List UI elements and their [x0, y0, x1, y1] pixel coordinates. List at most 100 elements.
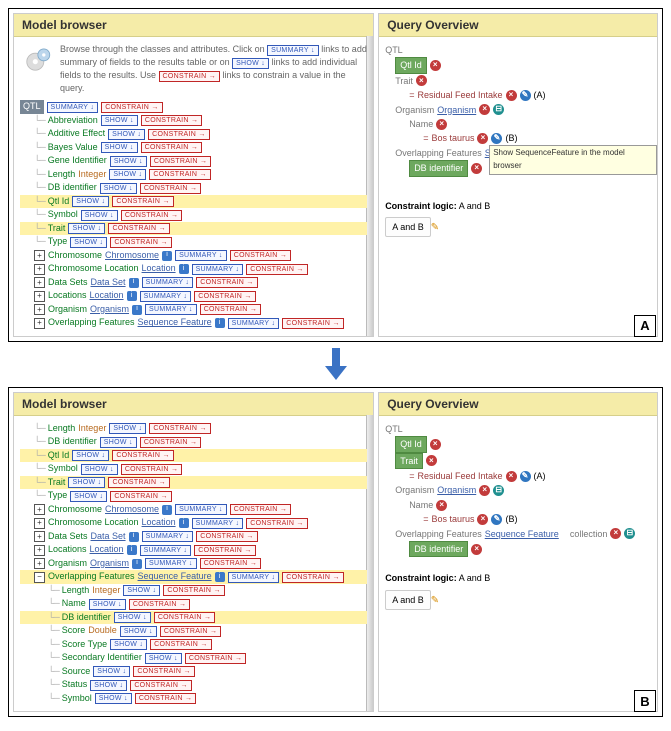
constraint-input[interactable]: A and B — [385, 590, 431, 610]
edit-icon[interactable]: ✎ — [520, 471, 531, 482]
show-pill[interactable]: SHOW ↓ — [95, 693, 132, 704]
remove-icon[interactable]: × — [479, 104, 490, 115]
constrain-pill[interactable]: CONSTRAIN → — [141, 142, 202, 153]
constrain-pill[interactable]: CONSTRAIN → — [121, 210, 182, 221]
remove-icon[interactable]: × — [416, 75, 427, 86]
show-pill[interactable]: SHOW ↓ — [70, 491, 107, 502]
constrain-pill[interactable]: CONSTRAIN → — [230, 504, 291, 515]
show-pill[interactable]: SHOW ↓ — [100, 183, 137, 194]
collapse-icon[interactable]: − — [34, 572, 45, 583]
constrain-pill[interactable]: CONSTRAIN → — [108, 223, 169, 234]
constrain-pill[interactable]: CONSTRAIN → — [282, 318, 343, 329]
show-pill[interactable]: SHOW ↓ — [108, 129, 145, 140]
constrain-pill[interactable]: CONSTRAIN → — [110, 491, 171, 502]
pencil-icon[interactable]: ✎ — [431, 222, 439, 233]
remove-icon[interactable]: × — [477, 133, 488, 144]
summary-pill[interactable]: SUMMARY ↓ — [142, 277, 194, 288]
remove-icon[interactable]: × — [436, 500, 447, 511]
constrain-pill[interactable]: CONSTRAIN → — [148, 129, 209, 140]
remove-icon[interactable]: × — [426, 455, 437, 466]
summary-pill[interactable]: SUMMARY ↓ — [192, 264, 244, 275]
show-pill[interactable]: SHOW ↓ — [100, 437, 137, 448]
info-icon[interactable]: i — [129, 278, 139, 288]
info-icon[interactable]: i — [129, 532, 139, 542]
expand-icon[interactable]: + — [34, 291, 45, 302]
show-pill[interactable]: SHOW ↓ — [93, 666, 130, 677]
pencil-icon[interactable]: ✎ — [431, 595, 439, 606]
show-pill[interactable]: SHOW ↓ — [145, 653, 182, 664]
summary-pill[interactable]: SUMMARY ↓ — [175, 504, 227, 515]
show-pill[interactable]: SHOW ↓ — [70, 237, 107, 248]
remove-icon[interactable]: × — [430, 439, 441, 450]
constrain-pill[interactable]: CONSTRAIN → — [140, 437, 201, 448]
edit-icon[interactable]: ✎ — [491, 514, 502, 525]
constrain-pill[interactable]: CONSTRAIN → — [150, 156, 211, 167]
show-pill[interactable]: SHOW ↓ — [68, 223, 105, 234]
constrain-pill[interactable]: CONSTRAIN → — [121, 464, 182, 475]
show-pill[interactable]: SHOW ↓ — [101, 115, 138, 126]
info-icon[interactable]: i — [127, 291, 137, 301]
remove-icon[interactable]: × — [506, 471, 517, 482]
info-icon[interactable]: i — [132, 559, 142, 569]
expand-icon[interactable]: + — [34, 318, 45, 329]
constrain-pill[interactable]: CONSTRAIN → — [108, 477, 169, 488]
constrain-pill[interactable]: CONSTRAIN → — [196, 531, 257, 542]
show-pill[interactable]: SHOW ↓ — [120, 626, 157, 637]
info-icon[interactable]: i — [132, 305, 142, 315]
constrain-pill[interactable]: CONSTRAIN → — [112, 196, 173, 207]
expand-icon[interactable]: + — [34, 250, 45, 261]
show-pill[interactable]: SHOW ↓ — [81, 464, 118, 475]
constrain-pill[interactable]: CONSTRAIN → — [160, 626, 221, 637]
constrain-pill[interactable]: CONSTRAIN → — [200, 304, 261, 315]
show-icon[interactable]: ⊟ — [493, 104, 504, 115]
remove-icon[interactable]: × — [610, 528, 621, 539]
info-icon[interactable]: i — [162, 251, 172, 261]
show-icon[interactable]: ⊟ — [493, 485, 504, 496]
remove-icon[interactable]: × — [436, 119, 447, 130]
remove-icon[interactable]: × — [430, 60, 441, 71]
constrain-pill[interactable]: CONSTRAIN → — [149, 423, 210, 434]
show-pill[interactable]: SHOW ↓ — [123, 585, 160, 596]
show-pill[interactable]: SHOW ↓ — [114, 612, 151, 623]
show-pill[interactable]: SHOW ↓ — [110, 639, 147, 650]
expand-icon[interactable]: + — [34, 558, 45, 569]
constrain-pill[interactable]: CONSTRAIN → — [110, 237, 171, 248]
remove-icon[interactable]: × — [477, 514, 488, 525]
show-pill[interactable]: SHOW ↓ — [72, 450, 109, 461]
constrain-pill[interactable]: CONSTRAIN → — [200, 558, 261, 569]
show-pill[interactable]: SHOW ↓ — [232, 58, 269, 69]
info-icon[interactable]: i — [179, 518, 189, 528]
constrain-pill[interactable]: CONSTRAIN → — [282, 572, 343, 583]
remove-icon[interactable]: × — [471, 544, 482, 555]
expand-icon[interactable]: + — [34, 304, 45, 315]
show-pill[interactable]: SHOW ↓ — [110, 156, 147, 167]
expand-icon[interactable]: + — [34, 264, 45, 275]
remove-icon[interactable]: × — [471, 163, 482, 174]
info-icon[interactable]: i — [127, 545, 137, 555]
show-pill[interactable]: SHOW ↓ — [89, 599, 126, 610]
constrain-pill[interactable]: CONSTRAIN → — [154, 612, 215, 623]
remove-icon[interactable]: × — [479, 485, 490, 496]
summary-pill[interactable]: SUMMARY ↓ — [267, 45, 319, 56]
summary-pill[interactable]: SUMMARY ↓ — [47, 102, 99, 113]
edit-icon[interactable]: ✎ — [491, 133, 502, 144]
constrain-pill[interactable]: CONSTRAIN → — [163, 585, 224, 596]
constrain-pill[interactable]: CONSTRAIN → — [149, 169, 210, 180]
constrain-pill[interactable]: CONSTRAIN → — [246, 518, 307, 529]
constrain-pill[interactable]: CONSTRAIN → — [159, 71, 220, 82]
show-pill[interactable]: SHOW ↓ — [109, 423, 146, 434]
constrain-pill[interactable]: CONSTRAIN → — [185, 653, 246, 664]
constrain-pill[interactable]: CONSTRAIN → — [112, 450, 173, 461]
constrain-pill[interactable]: CONSTRAIN → — [135, 693, 196, 704]
constrain-pill[interactable]: CONSTRAIN → — [130, 680, 191, 691]
show-pill[interactable]: SHOW ↓ — [72, 196, 109, 207]
constrain-pill[interactable]: CONSTRAIN → — [196, 277, 257, 288]
info-icon[interactable]: i — [179, 264, 189, 274]
remove-icon[interactable]: × — [506, 90, 517, 101]
summary-pill[interactable]: SUMMARY ↓ — [145, 558, 197, 569]
info-icon[interactable]: i — [162, 505, 172, 515]
summary-pill[interactable]: SUMMARY ↓ — [192, 518, 244, 529]
expand-icon[interactable]: + — [34, 277, 45, 288]
summary-pill[interactable]: SUMMARY ↓ — [140, 545, 192, 556]
summary-pill[interactable]: SUMMARY ↓ — [228, 318, 280, 329]
